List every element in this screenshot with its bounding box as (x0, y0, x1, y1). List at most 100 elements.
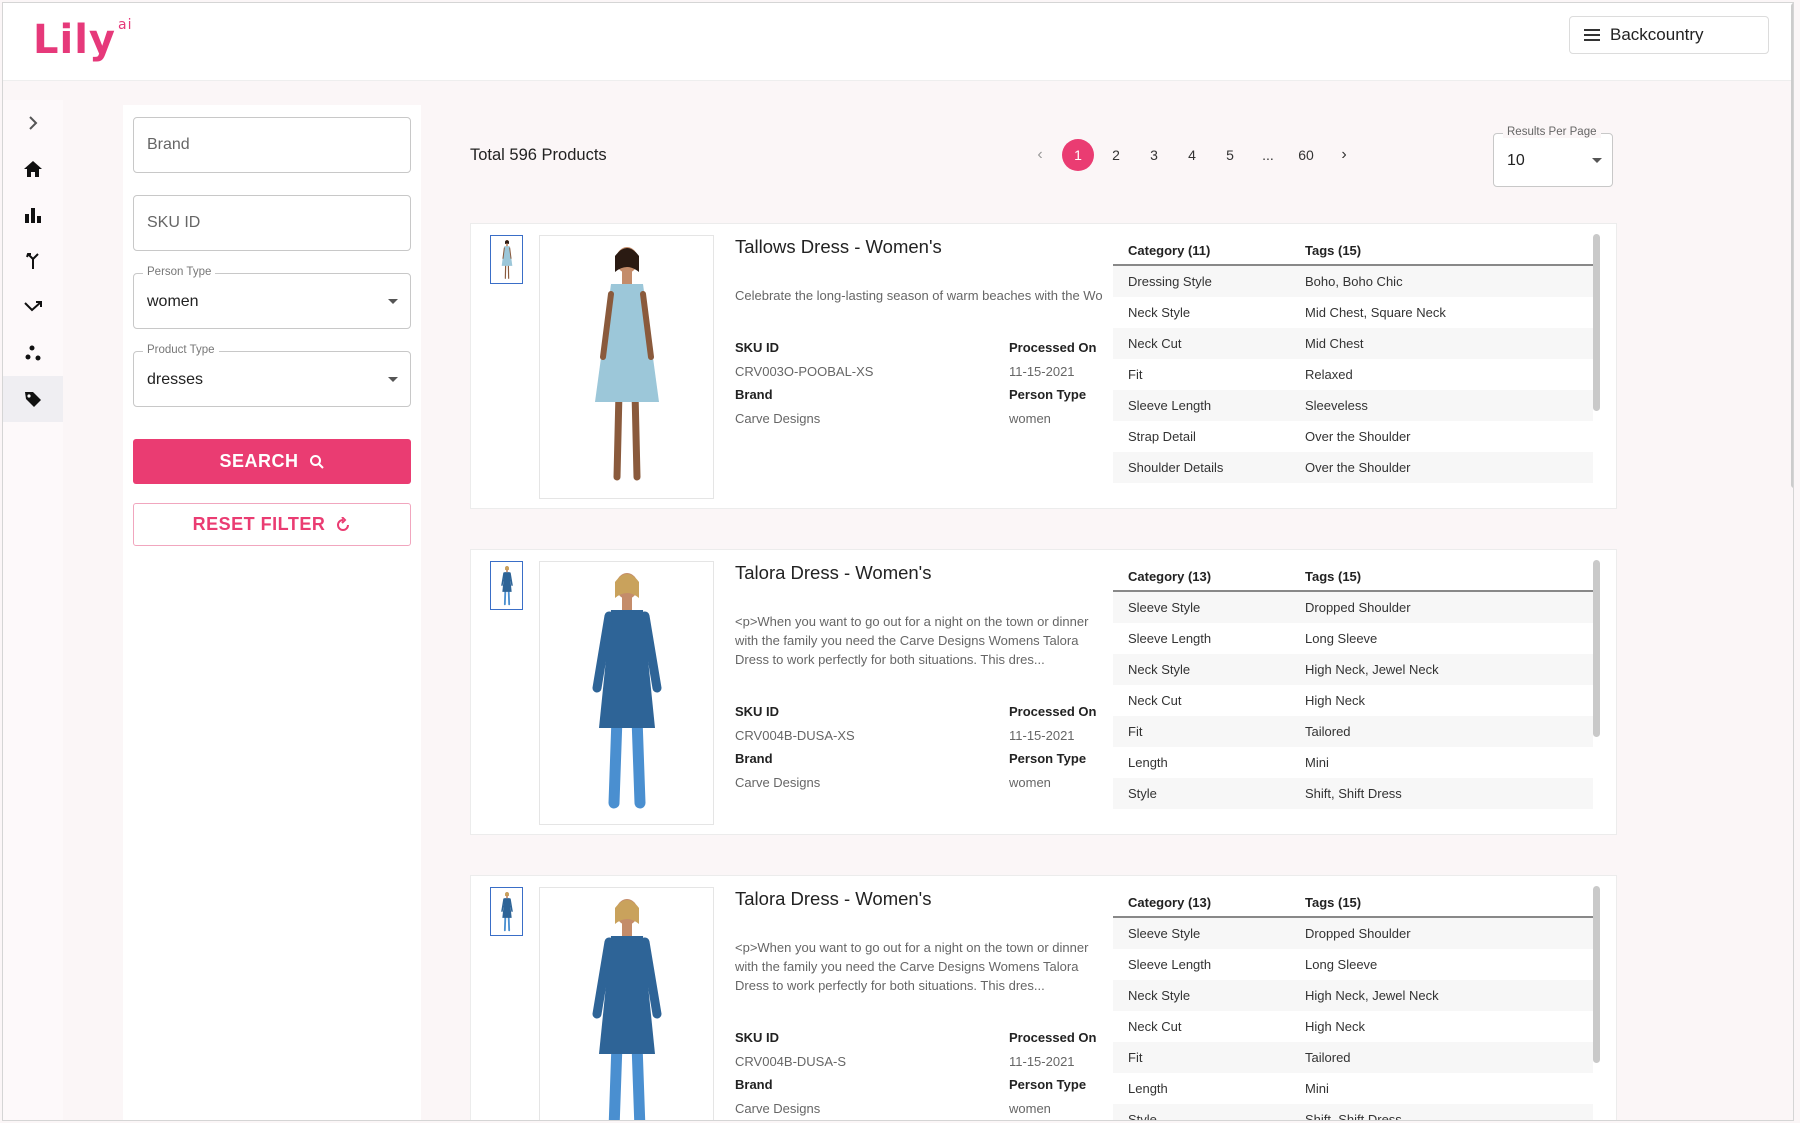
nav-tags[interactable] (3, 376, 63, 422)
attribute-row: Fit Tailored (1113, 716, 1593, 747)
product-type-select[interactable]: Product Type dresses (133, 344, 411, 407)
product-title[interactable]: Talora Dress - Women's (735, 888, 931, 910)
attribute-row: Neck Style High Neck, Jewel Neck (1113, 654, 1593, 685)
sku-field[interactable] (133, 195, 411, 251)
nav-clusters[interactable] (3, 330, 63, 376)
sku-label: SKU ID (735, 340, 780, 355)
attribute-row: Shoulder Details Over the Shoulder (1113, 452, 1593, 483)
brand-label: Brand (735, 1077, 773, 1092)
prev-page-button[interactable]: ‹ (1021, 139, 1059, 171)
page-button-5[interactable]: 5 (1211, 139, 1249, 171)
person-type-label: Person Type (1009, 1077, 1087, 1092)
attribute-scrollbar[interactable] (1593, 886, 1600, 1063)
nav-analytics[interactable] (3, 192, 63, 238)
attribute-row: Sleeve Length Sleeveless (1113, 390, 1593, 421)
caret-down-icon (388, 299, 398, 304)
page-scrollbar[interactable] (1791, 3, 1793, 488)
page-button-60[interactable]: 60 (1287, 139, 1325, 171)
brand-value: Carve Designs (735, 775, 821, 790)
brand-input[interactable] (134, 118, 410, 172)
attribute-row: Dressing Style Boho, Boho Chic (1113, 266, 1593, 297)
product-title[interactable]: Tallows Dress - Women's (735, 236, 942, 258)
product-thumbnail[interactable] (490, 235, 523, 284)
person-type-value: women (1009, 1101, 1051, 1116)
sku-input[interactable] (134, 196, 410, 250)
product-card[interactable]: Talora Dress - Women's <p>When you want … (470, 875, 1617, 1121)
nav-home[interactable] (3, 146, 63, 192)
rpp-label: Results Per Page (1503, 126, 1601, 138)
person-type-select[interactable]: Person Type women (133, 266, 411, 329)
attribute-row: Style Shift, Shift Dress (1113, 778, 1593, 809)
product-card[interactable]: Talora Dress - Women's <p>When you want … (470, 549, 1617, 835)
category-header: Category (13) (1128, 568, 1212, 584)
product-type-label: Product Type (143, 344, 219, 356)
product-thumbnail[interactable] (490, 561, 523, 610)
sku-value: CRV004B-DUSA-XS (735, 728, 855, 743)
attribute-scrollbar[interactable] (1593, 560, 1600, 737)
search-button[interactable]: SEARCH (133, 439, 411, 484)
page-number: 3 (1150, 147, 1158, 163)
attribute-category: Neck Cut (1128, 693, 1182, 708)
attribute-tag: High Neck, Jewel Neck (1305, 988, 1439, 1003)
account-label: Backcountry (1610, 25, 1704, 44)
page-button-2[interactable]: 2 (1097, 139, 1135, 171)
person-type-value: women (1009, 775, 1051, 790)
attribute-table-header: Category (11) Tags (15) (1113, 236, 1593, 266)
product-thumbnail[interactable] (490, 887, 523, 936)
person-type-label: Person Type (1009, 387, 1087, 402)
attribute-table-header: Category (13) Tags (15) (1113, 562, 1593, 592)
attribute-category: Shoulder Details (1128, 460, 1224, 475)
refresh-icon (337, 516, 350, 531)
attribute-row: Fit Relaxed (1113, 359, 1593, 390)
attribute-row: Length Mini (1113, 747, 1593, 778)
person-type-value: women (147, 293, 199, 310)
attribute-category: Sleeve Style (1128, 600, 1201, 615)
attribute-scrollbar[interactable] (1593, 234, 1600, 411)
product-card[interactable]: Tallows Dress - Women's Celebrate the lo… (470, 223, 1617, 509)
brand-label: Brand (735, 751, 773, 766)
product-title[interactable]: Talora Dress - Women's (735, 562, 931, 584)
attribute-row: Fit Tailored (1113, 1042, 1593, 1073)
attribute-tag: Shift, Shift Dress (1305, 1112, 1402, 1121)
nav-expand[interactable] (3, 100, 63, 146)
attribute-tag: Dropped Shoulder (1305, 926, 1411, 941)
page-button-1[interactable]: 1 (1059, 139, 1097, 171)
product-image (539, 887, 714, 1120)
results-per-page-select[interactable]: Results Per Page 10 (1493, 126, 1613, 187)
page-button-3[interactable]: 3 (1135, 139, 1173, 171)
sku-label: SKU ID (735, 1030, 780, 1045)
tags-header: Tags (15) (1305, 894, 1362, 910)
attribute-category: Sleeve Length (1128, 631, 1212, 646)
tags-header: Tags (15) (1305, 568, 1362, 584)
caret-down-icon (1592, 158, 1602, 163)
reset-filter-button[interactable]: RESET FILTER (133, 503, 411, 546)
nav-trends[interactable] (3, 284, 63, 330)
tag-icon (25, 392, 41, 407)
top-bar: Lily ai Backcountry (3, 3, 1793, 488)
page-number: 5 (1226, 147, 1234, 163)
page-button-4[interactable]: 4 (1173, 139, 1211, 171)
page-number: ... (1262, 147, 1274, 163)
attribute-category: Strap Detail (1128, 429, 1196, 444)
chevron-right-icon (29, 116, 38, 130)
logo[interactable]: Lily ai (33, 17, 132, 63)
sku-value: CRV003O-POOBAL-XS (735, 364, 874, 379)
attribute-row: Neck Cut High Neck (1113, 1011, 1593, 1042)
trending-icon (24, 301, 42, 312)
next-page-button[interactable]: › (1325, 139, 1363, 171)
product-image (539, 235, 714, 499)
attribute-tag: Relaxed (1305, 367, 1353, 382)
brand-field[interactable] (133, 117, 411, 173)
attribute-category: Neck Style (1128, 988, 1191, 1003)
account-menu-button[interactable]: Backcountry (1569, 16, 1769, 54)
side-nav (3, 100, 63, 1120)
attribute-tag: Shift, Shift Dress (1305, 786, 1402, 801)
processed-value: 11-15-2021 (1009, 364, 1075, 379)
nav-merge[interactable] (3, 238, 63, 284)
attribute-row: Strap Detail Over the Shoulder (1113, 421, 1593, 452)
total-products: Total 596 Products (470, 146, 607, 164)
app-window: Lily ai Backcountry Brand SKU ID Person … (2, 2, 1794, 1121)
brand-label: Brand (735, 387, 773, 402)
person-type-label: Person Type (1009, 751, 1087, 766)
attribute-tag: Tailored (1305, 1050, 1351, 1065)
